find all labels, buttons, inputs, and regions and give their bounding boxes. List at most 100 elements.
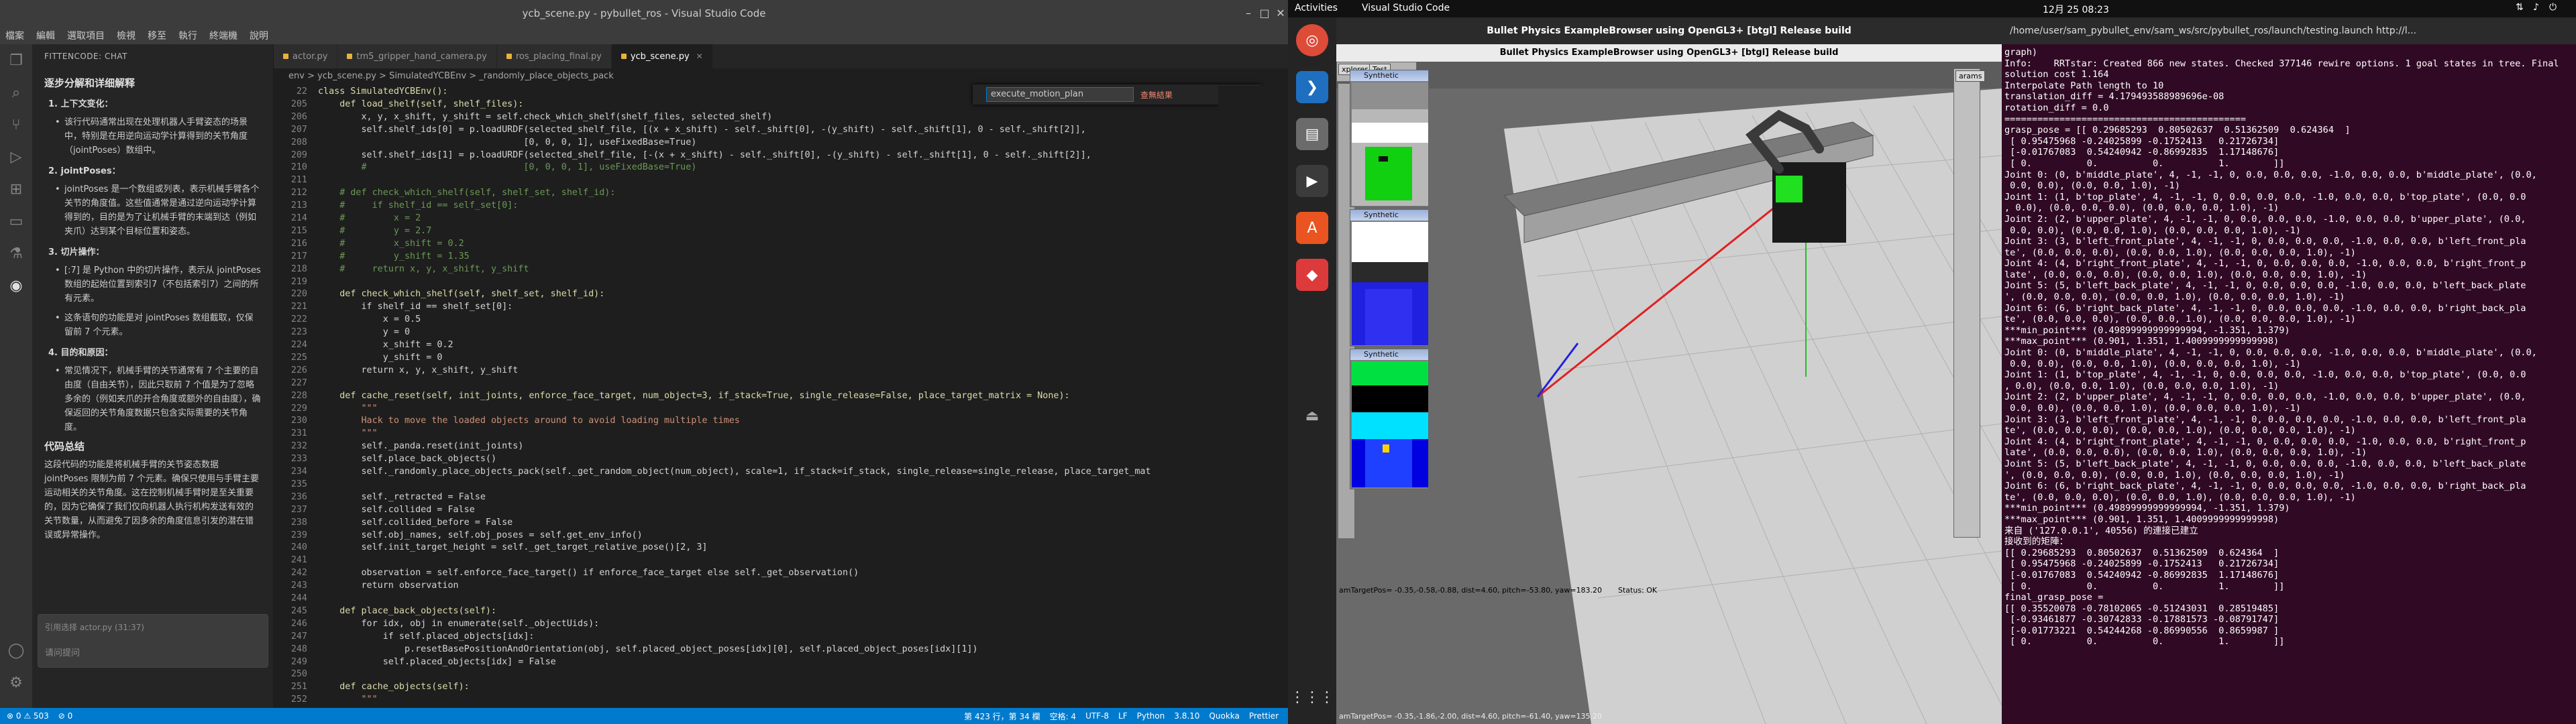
terminal-app-icon[interactable]: ▶ — [1296, 165, 1328, 197]
volume-icon[interactable]: ♪ — [2533, 2, 2539, 13]
code-line[interactable]: 232 self._panda.reset(init_joints) — [274, 440, 1288, 453]
explorer-icon[interactable]: ❐ — [0, 44, 32, 76]
code-line[interactable]: 247 if self.placed_objects[idx]: — [274, 631, 1288, 644]
code-text[interactable]: self._randomly_place_objects_pack(self._… — [311, 467, 1150, 477]
code-text[interactable]: # return x, y, x_shift, y_shift — [311, 264, 529, 274]
close-icon[interactable]: ✕ — [1273, 7, 1288, 20]
code-line[interactable]: 251 def cache_objects(self): — [274, 681, 1288, 694]
status-eol[interactable]: LF — [1118, 711, 1128, 721]
code-line[interactable]: 230 Hack to move the loaded objects arou… — [274, 415, 1288, 428]
code-line[interactable]: 226 return x, y, x_shift, y_shift — [274, 365, 1288, 377]
clock[interactable]: 12月 25 08:23 — [2043, 3, 2109, 16]
status-python-version[interactable]: 3.8.10 — [1174, 711, 1199, 721]
chat-input-box[interactable]: 引用选择 actor.py (31:37) 请问提问 — [38, 614, 268, 668]
code-line[interactable]: 238 self.collided_before = False — [274, 517, 1288, 530]
anydesk-icon[interactable]: ◆ — [1296, 259, 1328, 291]
code-text[interactable]: # [0, 0, 0, 1], useFixedBase=True) — [311, 162, 696, 172]
code-line[interactable]: 216 # x_shift = 0.2 — [274, 238, 1288, 251]
code-text[interactable]: self.shelf_ids[0] = p.loadURDF(selected_… — [311, 125, 1085, 135]
fittencode-icon[interactable]: ◉ — [0, 269, 32, 302]
code-text[interactable]: # y = 2.7 — [311, 226, 431, 236]
status-prettier[interactable]: Prettier — [1249, 711, 1279, 721]
code-line[interactable]: 225 y_shift = 0 — [274, 352, 1288, 365]
code-text[interactable] — [311, 593, 318, 603]
code-text[interactable]: # y_shift = 1.35 — [311, 251, 470, 261]
code-text[interactable]: class SimulatedYCBEnv(): — [311, 86, 447, 97]
code-line[interactable]: 223 y = 0 — [274, 326, 1288, 339]
code-text[interactable]: x, y, x_shift, y_shift = self.check_whic… — [311, 112, 772, 122]
show-apps-icon[interactable]: ⋮⋮⋮ — [1290, 681, 1334, 713]
code-line[interactable]: 236 self._retracted = False — [274, 491, 1288, 504]
gear-icon[interactable]: ⚙ — [0, 666, 32, 699]
code-line[interactable]: 218 # return x, y, x_shift, y_shift — [274, 263, 1288, 276]
code-line[interactable]: 208 [0, 0, 0, 1], useFixedBase=True) — [274, 137, 1288, 149]
tab-ros-placing-final[interactable]: ros_placing_final.py — [496, 44, 612, 68]
code-line[interactable]: 240 self.init_target_height = self._get_… — [274, 542, 1288, 554]
code-line[interactable]: 207 self.shelf_ids[0] = p.loadURDF(selec… — [274, 124, 1288, 137]
tab-ycb-scene[interactable]: ycb_scene.py ✕ — [611, 44, 713, 68]
code-line[interactable]: 245 def place_back_objects(self): — [274, 605, 1288, 618]
activities-button[interactable]: Activities — [1295, 3, 1338, 13]
status-problems[interactable]: ⊗ 0 ⚠ 503 — [7, 711, 49, 721]
focused-app-name[interactable]: Visual Studio Code — [1362, 3, 1450, 13]
code-line[interactable]: 243 return observation — [274, 580, 1288, 593]
code-text[interactable]: self._panda.reset(init_joints) — [311, 441, 523, 451]
software-store-icon[interactable]: A — [1296, 212, 1328, 244]
code-line[interactable]: 227 — [274, 377, 1288, 390]
code-text[interactable] — [311, 479, 318, 489]
code-text[interactable]: self.place_back_objects() — [311, 454, 496, 464]
code-text[interactable] — [311, 555, 318, 565]
code-line[interactable]: 221 if shelf_id == shelf_set[0]: — [274, 301, 1288, 314]
breadcrumb[interactable]: env > ycb_scene.py > SimulatedYCBEnv > _… — [274, 68, 1288, 83]
code-text[interactable]: y = 0 — [311, 327, 410, 337]
code-line[interactable]: 212 # def check_which_shelf(self, shelf_… — [274, 187, 1288, 200]
menu-help[interactable]: 說明 — [250, 29, 268, 42]
code-text[interactable]: def place_back_objects(self): — [311, 606, 496, 616]
code-text[interactable] — [311, 175, 318, 185]
vscode-app-icon[interactable]: ❯ — [1296, 71, 1328, 103]
code-line[interactable]: 229 """ — [274, 403, 1288, 416]
code-text[interactable]: self.placed_objects[idx] = False — [311, 657, 556, 667]
testing-icon[interactable]: ⚗ — [0, 237, 32, 269]
source-control-icon[interactable]: ⑂ — [0, 109, 32, 141]
code-line[interactable]: 252 """ — [274, 694, 1288, 707]
code-line[interactable]: 220 def check_which_shelf(self, shelf_se… — [274, 288, 1288, 301]
status-spaces[interactable]: 空格: 4 — [1050, 711, 1077, 722]
code-text[interactable]: def cache_objects(self): — [311, 682, 470, 692]
menu-file[interactable]: 檔案 — [5, 29, 24, 42]
code-text[interactable]: for idx, obj in enumerate(self._objectUi… — [311, 619, 599, 629]
terminal-output[interactable]: graph) Info: RRTstar: Created 866 new sta… — [2002, 47, 2576, 724]
code-line[interactable]: 211 — [274, 174, 1288, 187]
code-text[interactable]: """ — [311, 428, 377, 438]
code-line[interactable]: 210 # [0, 0, 0, 1], useFixedBase=True) — [274, 162, 1288, 174]
code-text[interactable]: y_shift = 0 — [311, 353, 443, 363]
code-line[interactable]: 214 # x = 2 — [274, 213, 1288, 225]
menu-view[interactable]: 檢視 — [117, 29, 136, 42]
account-icon[interactable]: ◯ — [0, 634, 32, 666]
status-language[interactable]: Python — [1137, 711, 1165, 721]
code-text[interactable]: return observation — [311, 581, 458, 591]
code-text[interactable]: """ — [311, 695, 377, 705]
code-line[interactable]: 222 x = 0.5 — [274, 314, 1288, 326]
code-text[interactable] — [311, 669, 318, 679]
code-line[interactable]: 228 def cache_reset(self, init_joints, e… — [274, 390, 1288, 403]
code-text[interactable]: if self.placed_objects[idx]: — [311, 631, 535, 642]
code-line[interactable]: 224 x_shift = 0.2 — [274, 339, 1288, 352]
code-text[interactable]: return x, y, x_shift, y_shift — [311, 365, 518, 375]
code-text[interactable]: p.resetBasePositionAndOrientation(obj, s… — [311, 644, 978, 654]
code-line[interactable]: 206 x, y, x_shift, y_shift = self.check_… — [274, 111, 1288, 124]
minimap[interactable] — [1218, 86, 1279, 693]
code-text[interactable] — [311, 277, 318, 287]
power-icon[interactable]: ⏻ — [2549, 2, 2557, 13]
tab-tm5-gripper[interactable]: tm5_gripper_hand_camera.py — [337, 44, 497, 68]
code-line[interactable]: 213 # if shelf_id == self_set[0]: — [274, 200, 1288, 213]
menu-terminal[interactable]: 終端機 — [209, 29, 237, 42]
menu-run[interactable]: 執行 — [178, 29, 197, 42]
code-text[interactable]: def load_shelf(self, shelf_files): — [311, 99, 523, 109]
code-text[interactable]: """ — [311, 404, 377, 414]
code-text[interactable]: self.collided = False — [311, 505, 474, 515]
code-line[interactable]: 250 — [274, 668, 1288, 681]
code-text[interactable]: x = 0.5 — [311, 314, 421, 324]
code-text[interactable]: self.obj_names, self.obj_poses = self.ge… — [311, 530, 642, 540]
code-line[interactable]: 248 p.resetBasePositionAndOrientation(ob… — [274, 644, 1288, 656]
